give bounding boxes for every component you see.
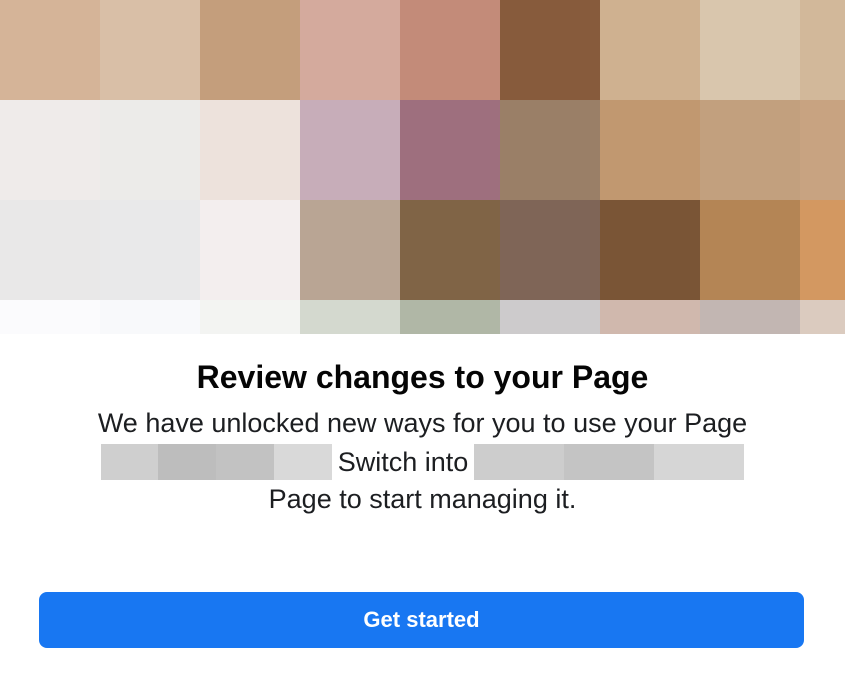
message-line-3: Page to start managing it. — [268, 484, 577, 514]
review-changes-dialog: Review changes to your Page We have unlo… — [0, 0, 845, 684]
pixel-block — [200, 0, 300, 100]
pixel-block — [800, 300, 845, 334]
pixel-block — [400, 300, 500, 334]
pixel-block — [300, 300, 400, 334]
pixel-block — [600, 100, 700, 200]
message-switch-into: Switch into — [337, 447, 469, 477]
pixel-block — [800, 200, 845, 300]
pixel-block — [300, 100, 400, 200]
pixel-block — [500, 0, 600, 100]
pixel-block — [400, 100, 500, 200]
pixel-block — [800, 100, 845, 200]
pixel-block — [200, 300, 300, 334]
redacted-page-name-right — [474, 444, 745, 480]
pixel-block — [200, 200, 300, 300]
pixel-block — [800, 0, 845, 100]
pixel-block — [0, 100, 100, 200]
pixel-block — [100, 0, 200, 100]
pixel-block — [200, 100, 300, 200]
pixel-block — [700, 200, 800, 300]
pixel-block — [400, 0, 500, 100]
pixel-block — [400, 200, 500, 300]
pixel-block — [0, 200, 100, 300]
pixel-block — [300, 0, 400, 100]
pixel-block — [100, 200, 200, 300]
pixel-block — [300, 200, 400, 300]
pixel-block — [500, 100, 600, 200]
pixel-block — [600, 0, 700, 100]
redaction-block — [216, 444, 274, 480]
message-line-1: We have unlocked new ways for you to use… — [97, 408, 748, 438]
pixel-block — [700, 300, 800, 334]
redaction-block — [474, 444, 565, 480]
pixel-block — [500, 300, 600, 334]
redaction-block — [654, 444, 745, 480]
pixel-block — [700, 100, 800, 200]
get-started-button[interactable]: Get started — [39, 592, 804, 648]
redaction-block — [100, 444, 159, 480]
message-line-2: Switch into — [0, 443, 845, 481]
pixelated-cover-image — [0, 0, 845, 334]
pixel-block — [0, 0, 100, 100]
redaction-block — [564, 444, 655, 480]
redaction-block — [273, 444, 332, 480]
page-title: Review changes to your Page — [196, 359, 649, 395]
pixel-block — [600, 200, 700, 300]
pixel-block — [600, 300, 700, 334]
redaction-block — [158, 444, 217, 480]
pixel-block — [100, 100, 200, 200]
redacted-page-name-left — [100, 444, 332, 480]
pixel-block — [100, 300, 200, 334]
pixel-block — [500, 200, 600, 300]
pixel-block — [0, 300, 100, 334]
pixel-block — [700, 0, 800, 100]
